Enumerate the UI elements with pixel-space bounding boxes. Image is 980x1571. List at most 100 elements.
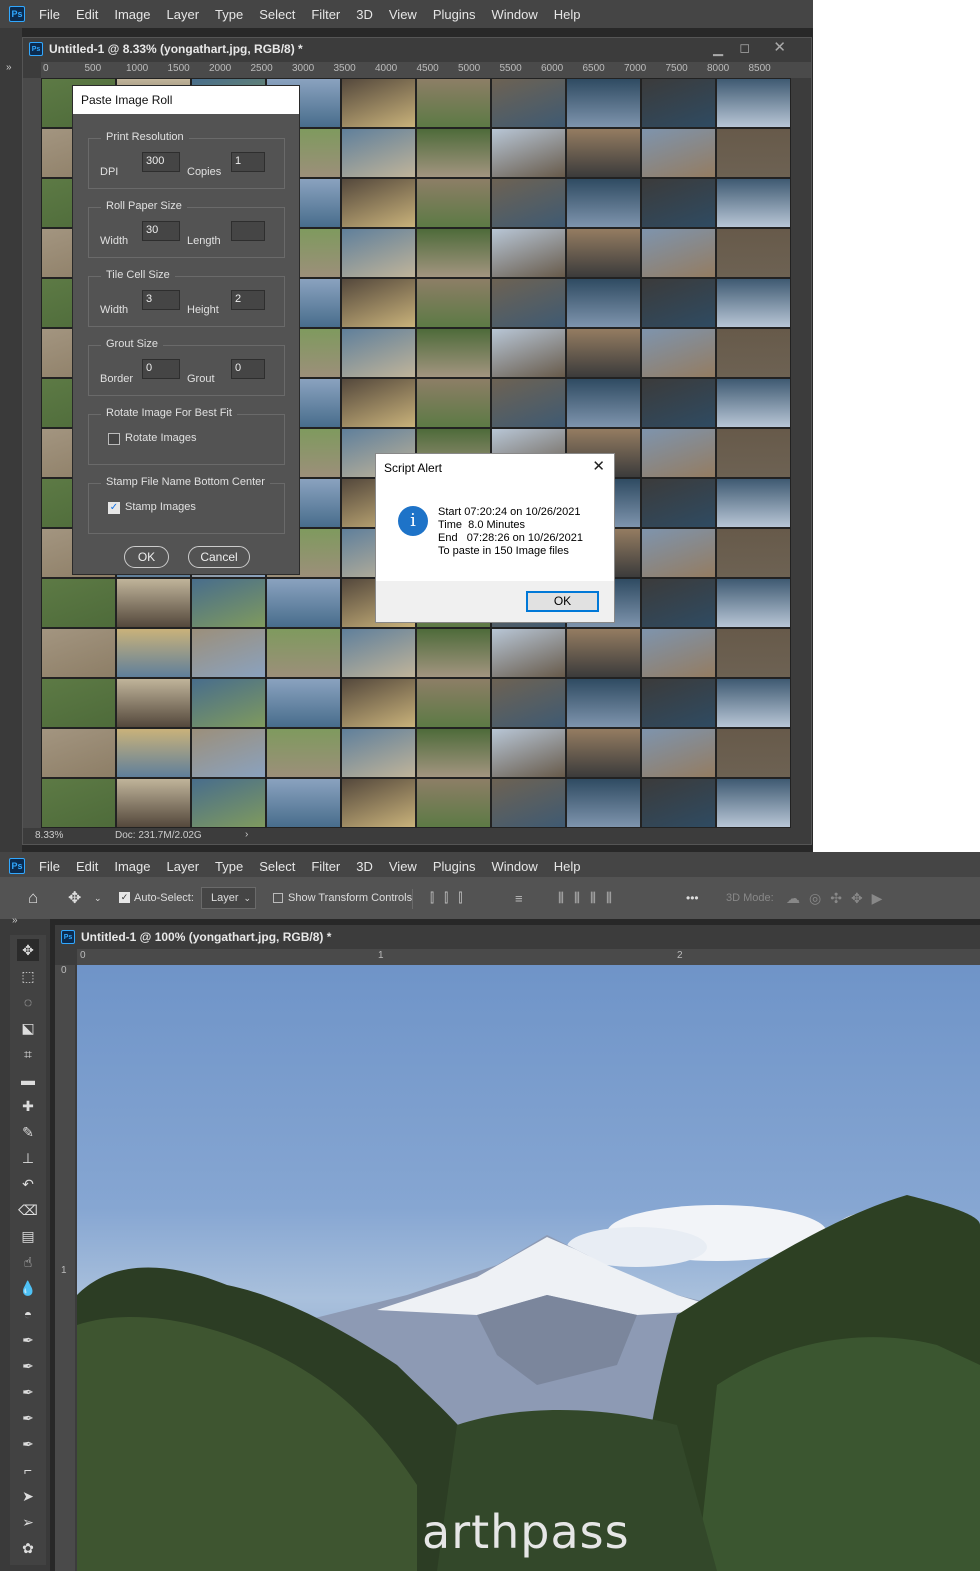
menu-layer[interactable]: Layer bbox=[167, 859, 200, 874]
stamp-tool-icon[interactable]: ⊥ bbox=[17, 1147, 39, 1169]
home-icon[interactable]: ⌂ bbox=[28, 877, 38, 919]
move-tool-icon[interactable]: ✥ bbox=[17, 939, 39, 961]
ruler-tool-icon[interactable]: ▬ bbox=[17, 1069, 39, 1091]
menu-help[interactable]: Help bbox=[554, 859, 581, 874]
menu-filter[interactable]: Filter bbox=[311, 859, 340, 874]
panel-collapse-icon[interactable]: » bbox=[6, 62, 12, 73]
history-brush-icon[interactable]: ↶ bbox=[17, 1173, 39, 1195]
distribute-icon[interactable]: ≡ bbox=[515, 877, 523, 919]
mosaic-tile bbox=[416, 328, 491, 378]
menu-file[interactable]: File bbox=[39, 859, 60, 874]
menu-3d[interactable]: 3D bbox=[356, 7, 373, 22]
roll-length-input[interactable] bbox=[231, 221, 265, 241]
rotate-images-checkbox[interactable] bbox=[108, 433, 120, 445]
mosaic-tile bbox=[116, 578, 191, 628]
copies-input[interactable]: 1 bbox=[231, 152, 265, 172]
mosaic-tile bbox=[566, 228, 641, 278]
grout-input[interactable]: 0 bbox=[231, 359, 265, 379]
lasso-tool-icon[interactable]: ◌ bbox=[17, 991, 39, 1013]
ruler-tick: 2 bbox=[677, 950, 683, 961]
move-tool-icon[interactable]: ✥ bbox=[68, 877, 81, 919]
mosaic-tile bbox=[641, 528, 716, 578]
top-ruler-vertical bbox=[23, 78, 41, 833]
show-transform-checkbox[interactable] bbox=[273, 893, 283, 903]
menu-view[interactable]: View bbox=[389, 7, 417, 22]
maximize-icon[interactable]: ◻ bbox=[739, 40, 750, 56]
direct-select-icon[interactable]: ➢ bbox=[17, 1511, 39, 1533]
brush-tool-icon[interactable]: ✎ bbox=[17, 1121, 39, 1143]
curvature-pen-icon[interactable]: ✒ bbox=[17, 1381, 39, 1403]
top-doc-tab[interactable]: Ps Untitled-1 @ 8.33% (yongathart.jpg, R… bbox=[23, 38, 811, 60]
alert-line-start: Start 07:20:24 on 10/26/2021 bbox=[438, 506, 581, 518]
align-icons[interactable]: ⫿⫿⫿ bbox=[430, 877, 472, 919]
custom-shape-icon[interactable]: ✿ bbox=[17, 1537, 39, 1559]
bottom-doc-tab[interactable]: Ps Untitled-1 @ 100% (yongathart.jpg, RG… bbox=[55, 925, 980, 949]
menu-3d[interactable]: 3D bbox=[356, 859, 373, 874]
ruler-tick: 6000 bbox=[541, 63, 564, 74]
menu-edit[interactable]: Edit bbox=[76, 859, 98, 874]
ok-button[interactable]: OK bbox=[124, 546, 169, 568]
menu-view[interactable]: View bbox=[389, 859, 417, 874]
stamp-images-checkbox[interactable]: ✓ bbox=[108, 502, 120, 514]
gradient-tool-icon[interactable]: ▤ bbox=[17, 1225, 39, 1247]
minimize-icon[interactable]: ▁ bbox=[713, 41, 723, 57]
close-icon[interactable]: ✕ bbox=[773, 38, 786, 56]
tile-width-input[interactable]: 3 bbox=[142, 290, 180, 310]
marquee-tool-icon[interactable]: ⬚ bbox=[17, 965, 39, 987]
convert-point-icon[interactable]: ⌐ bbox=[17, 1459, 39, 1481]
tile-height-input[interactable]: 2 bbox=[231, 290, 265, 310]
freeform-pen-icon[interactable]: ✒ bbox=[17, 1355, 39, 1377]
more-options-icon[interactable]: ••• bbox=[686, 877, 699, 919]
3d-mode-label: 3D Mode: bbox=[726, 892, 774, 904]
menu-select[interactable]: Select bbox=[259, 7, 295, 22]
menu-plugins[interactable]: Plugins bbox=[433, 859, 476, 874]
options-bar: ⌂ ✥ ⌄ ✓ Auto-Select: Layer ⌄ Show Transf… bbox=[0, 877, 980, 919]
border-input[interactable]: 0 bbox=[142, 359, 180, 379]
mosaic-tile bbox=[566, 128, 641, 178]
ruler-tick: 1 bbox=[378, 950, 384, 961]
menu-image[interactable]: Image bbox=[114, 7, 150, 22]
menu-help[interactable]: Help bbox=[554, 7, 581, 22]
layer-select[interactable]: Layer ⌄ bbox=[201, 887, 256, 909]
menu-type[interactable]: Type bbox=[215, 7, 243, 22]
path-select-icon[interactable]: ➤ bbox=[17, 1485, 39, 1507]
menu-layer[interactable]: Layer bbox=[167, 7, 200, 22]
menu-window[interactable]: Window bbox=[491, 859, 537, 874]
delete-anchor-icon[interactable]: ✒ bbox=[17, 1433, 39, 1455]
roll-width-input[interactable]: 30 bbox=[142, 221, 180, 241]
smudge-tool-icon[interactable]: ☝ bbox=[17, 1251, 39, 1273]
mosaic-tile bbox=[716, 778, 791, 828]
object-select-tool-icon[interactable]: ⬕ bbox=[17, 1017, 39, 1039]
close-icon[interactable]: ✕ bbox=[592, 457, 605, 475]
align-vertical-icons[interactable]: ⫼⫼⫼⫼ bbox=[558, 877, 622, 919]
cancel-button[interactable]: Cancel bbox=[188, 546, 250, 568]
alert-ok-button[interactable]: OK bbox=[526, 591, 599, 612]
menu-plugins[interactable]: Plugins bbox=[433, 7, 476, 22]
photo-canvas[interactable]: arthpass bbox=[77, 965, 980, 1571]
menu-image[interactable]: Image bbox=[114, 859, 150, 874]
photoshop-logo-icon[interactable]: Ps bbox=[9, 858, 25, 874]
menu-filter[interactable]: Filter bbox=[311, 7, 340, 22]
menu-window[interactable]: Window bbox=[491, 7, 537, 22]
pen-tool-icon[interactable]: ✒ bbox=[17, 1329, 39, 1351]
chevron-down-icon[interactable]: ⌄ bbox=[94, 877, 102, 919]
menu-type[interactable]: Type bbox=[215, 859, 243, 874]
dodge-tool-icon[interactable]: ◓ bbox=[17, 1303, 39, 1325]
panel-collapse-icon[interactable]: » bbox=[12, 915, 18, 926]
3d-mode-icons[interactable]: ☁◎✣✥▶ bbox=[786, 877, 891, 919]
crop-tool-icon[interactable]: ⌗ bbox=[17, 1043, 39, 1065]
menu-edit[interactable]: Edit bbox=[76, 7, 98, 22]
status-expand-icon[interactable]: › bbox=[245, 829, 248, 840]
healing-brush-icon[interactable]: ✚ bbox=[17, 1095, 39, 1117]
dpi-input[interactable]: 300 bbox=[142, 152, 180, 172]
paste-image-roll-dialog: Paste Image Roll Print Resolution DPI 30… bbox=[72, 85, 300, 575]
blur-tool-icon[interactable]: 💧 bbox=[17, 1277, 39, 1299]
menu-select[interactable]: Select bbox=[259, 859, 295, 874]
menu-file[interactable]: File bbox=[39, 7, 60, 22]
photoshop-logo-icon[interactable]: Ps bbox=[9, 6, 25, 22]
zoom-level[interactable]: 8.33% bbox=[35, 830, 63, 841]
auto-select-checkbox[interactable]: ✓ bbox=[119, 892, 130, 903]
add-anchor-icon[interactable]: ✒ bbox=[17, 1407, 39, 1429]
ruler-tick: 0 bbox=[43, 63, 49, 74]
eraser-tool-icon[interactable]: ⌫ bbox=[17, 1199, 39, 1221]
